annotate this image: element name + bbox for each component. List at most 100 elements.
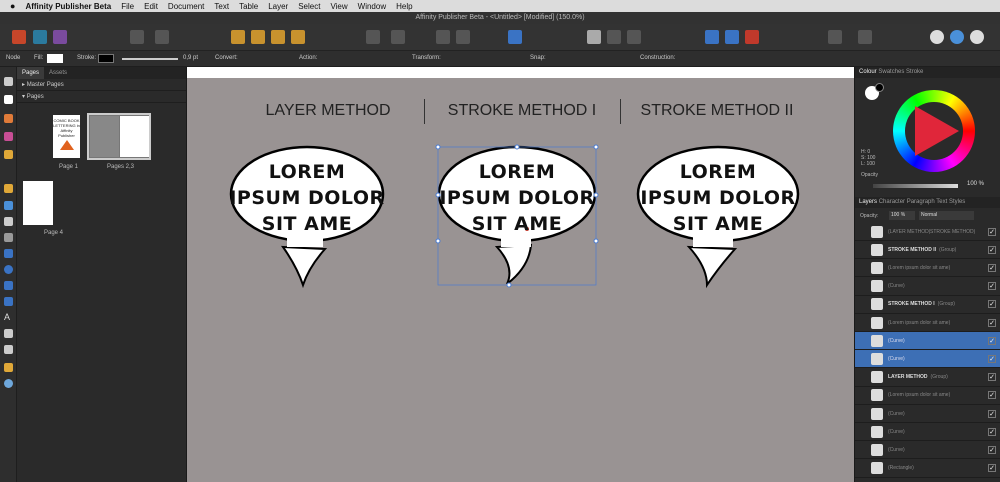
- layer-visibility-checkbox[interactable]: ✓: [988, 427, 996, 436]
- tab-stroke[interactable]: Stroke: [906, 69, 923, 75]
- insert-target-icon[interactable]: [828, 30, 842, 44]
- snapping-icon[interactable]: [705, 30, 719, 44]
- menu-select[interactable]: Select: [298, 2, 320, 11]
- layer-visibility-checkbox[interactable]: ✓: [988, 300, 996, 309]
- page-4-thumbnail[interactable]: [23, 181, 53, 225]
- blend-mode-select[interactable]: Normal: [919, 211, 974, 220]
- layer-visibility-checkbox[interactable]: ✓: [988, 245, 996, 254]
- stroke-swatch[interactable]: [98, 54, 114, 63]
- arrange-backward-icon[interactable]: [251, 30, 265, 44]
- flip-horizontal-icon[interactable]: [391, 30, 405, 44]
- bleed-mode-icon[interactable]: [607, 30, 621, 44]
- opacity-slider[interactable]: [873, 184, 958, 188]
- layer-row[interactable]: (Lorem ipsum dolor sit ame) ✓: [855, 314, 1000, 332]
- colour-triangle[interactable]: [915, 106, 959, 156]
- layer-row[interactable]: (Curve) ✓: [855, 332, 1000, 351]
- fill-swatch[interactable]: [47, 54, 63, 63]
- selection-handle[interactable]: [506, 282, 512, 288]
- layer-row[interactable]: (Curve) ✓: [855, 423, 1000, 442]
- layer-row[interactable]: STROKE METHOD II (Group) ✓: [855, 241, 1000, 260]
- pages-2-3-thumbnail[interactable]: [87, 113, 151, 160]
- frame-text-tool-icon[interactable]: [4, 329, 13, 338]
- photo-persona-icon[interactable]: [53, 30, 67, 44]
- colour-picker-icon[interactable]: [4, 114, 13, 123]
- image-tool-icon[interactable]: [4, 217, 13, 226]
- arrange-forward-icon[interactable]: [271, 30, 285, 44]
- tab-character[interactable]: Character: [879, 199, 905, 205]
- stroke-width-value[interactable]: 0,9 pt: [183, 55, 198, 61]
- selection-handle[interactable]: [514, 144, 520, 150]
- fill-tool-icon[interactable]: [4, 132, 13, 141]
- colour-wheel[interactable]: [893, 90, 975, 172]
- selection-handle[interactable]: [593, 238, 599, 244]
- layer-row[interactable]: (Lorem ipsum dolor sit ame) ✓: [855, 259, 1000, 278]
- layer-visibility-checkbox[interactable]: ✓: [988, 391, 996, 400]
- bubble-3-tail[interactable]: [686, 245, 738, 289]
- layer-row[interactable]: (Curve) ✓: [855, 278, 1000, 296]
- grid-icon[interactable]: [725, 30, 739, 44]
- arrange-back-icon[interactable]: [231, 30, 245, 44]
- settings-icon[interactable]: [155, 30, 169, 44]
- share-icon[interactable]: [130, 30, 144, 44]
- layer-visibility-checkbox[interactable]: ✓: [988, 354, 996, 363]
- layer-visibility-checkbox[interactable]: ✓: [988, 227, 996, 236]
- menu-window[interactable]: Window: [358, 2, 386, 11]
- bubble-2-tail[interactable]: [494, 243, 533, 285]
- hand-tool-icon[interactable]: [4, 363, 13, 372]
- master-pages-row[interactable]: ▸ Master Pages: [17, 79, 186, 91]
- layer-row[interactable]: LAYER METHOD (Group) ✓: [855, 369, 1000, 387]
- layer-visibility-checkbox[interactable]: ✓: [988, 464, 996, 473]
- layer-visibility-checkbox[interactable]: ✓: [988, 263, 996, 272]
- studio-layers-icon[interactable]: [950, 30, 964, 44]
- bubble-2-text[interactable]: LOREM IPSUM DOLOR SIT AME: [437, 159, 597, 237]
- menu-edit[interactable]: Edit: [144, 2, 158, 11]
- tab-assets[interactable]: Assets: [44, 70, 72, 76]
- bubble-3-text[interactable]: LOREM IPSUM DOLOR SIT AME: [638, 159, 798, 237]
- tab-swatches[interactable]: Swatches: [878, 69, 904, 75]
- bubble-1-tail[interactable]: [281, 245, 328, 289]
- layer-opacity-field[interactable]: 100 %: [889, 211, 915, 220]
- layer-row[interactable]: (Curve) ✓: [855, 441, 1000, 460]
- designer-persona-icon[interactable]: [33, 30, 47, 44]
- menu-view[interactable]: View: [330, 2, 347, 11]
- tab-colour[interactable]: Colour: [859, 69, 877, 75]
- clip-mode-icon[interactable]: [627, 30, 641, 44]
- menu-help[interactable]: Help: [396, 2, 412, 11]
- text-frame-icon[interactable]: [508, 30, 522, 44]
- layer-visibility-checkbox[interactable]: ✓: [988, 373, 996, 382]
- table-tool-icon[interactable]: [4, 345, 13, 354]
- stroke-colour-well[interactable]: [875, 83, 884, 92]
- preview-mode-icon[interactable]: [587, 30, 601, 44]
- layer-visibility-checkbox[interactable]: ✓: [988, 445, 996, 454]
- layer-visibility-checkbox[interactable]: ✓: [988, 318, 996, 327]
- tab-text-styles[interactable]: Text Styles: [936, 199, 965, 205]
- bubble-1-text[interactable]: LOREM IPSUM DOLOR SIT AME: [227, 159, 387, 237]
- arrange-front-icon[interactable]: [291, 30, 305, 44]
- publisher-persona-icon[interactable]: [12, 30, 26, 44]
- zoom-tool-icon[interactable]: [4, 379, 13, 388]
- app-menu[interactable]: Affinity Publisher Beta: [25, 2, 111, 11]
- layer-row[interactable]: (LAYER METHOD|STROKE METHOD) ✓: [855, 223, 1000, 241]
- node-tool-icon[interactable]: [4, 95, 13, 104]
- studio-assets-icon[interactable]: [970, 30, 984, 44]
- layer-visibility-checkbox[interactable]: ✓: [988, 409, 996, 418]
- rectangle-tool-icon[interactable]: [4, 249, 13, 258]
- picture-frame-icon[interactable]: [4, 201, 13, 210]
- ellipse-tool-icon[interactable]: [4, 265, 13, 274]
- tab-pages[interactable]: Pages: [17, 67, 45, 79]
- rotate-icon[interactable]: [456, 30, 470, 44]
- stroke-width-slider[interactable]: [122, 58, 178, 60]
- magnet-icon[interactable]: [745, 30, 759, 44]
- tab-layers[interactable]: Layers: [859, 199, 877, 205]
- selection-handle[interactable]: [593, 144, 599, 150]
- menu-table[interactable]: Table: [239, 2, 258, 11]
- crop-tool-icon[interactable]: [4, 233, 13, 242]
- layer-row[interactable]: (Lorem ipsum dolor sit ame) ✓: [855, 387, 1000, 405]
- menu-text[interactable]: Text: [214, 2, 229, 11]
- move-tool-icon[interactable]: [4, 77, 13, 86]
- menu-file[interactable]: File: [121, 2, 134, 11]
- rounded-rect-tool-icon[interactable]: [4, 281, 13, 290]
- layer-row[interactable]: (Curve) ✓: [855, 405, 1000, 423]
- insert-target-alt-icon[interactable]: [858, 30, 872, 44]
- layer-visibility-checkbox[interactable]: ✓: [988, 336, 996, 345]
